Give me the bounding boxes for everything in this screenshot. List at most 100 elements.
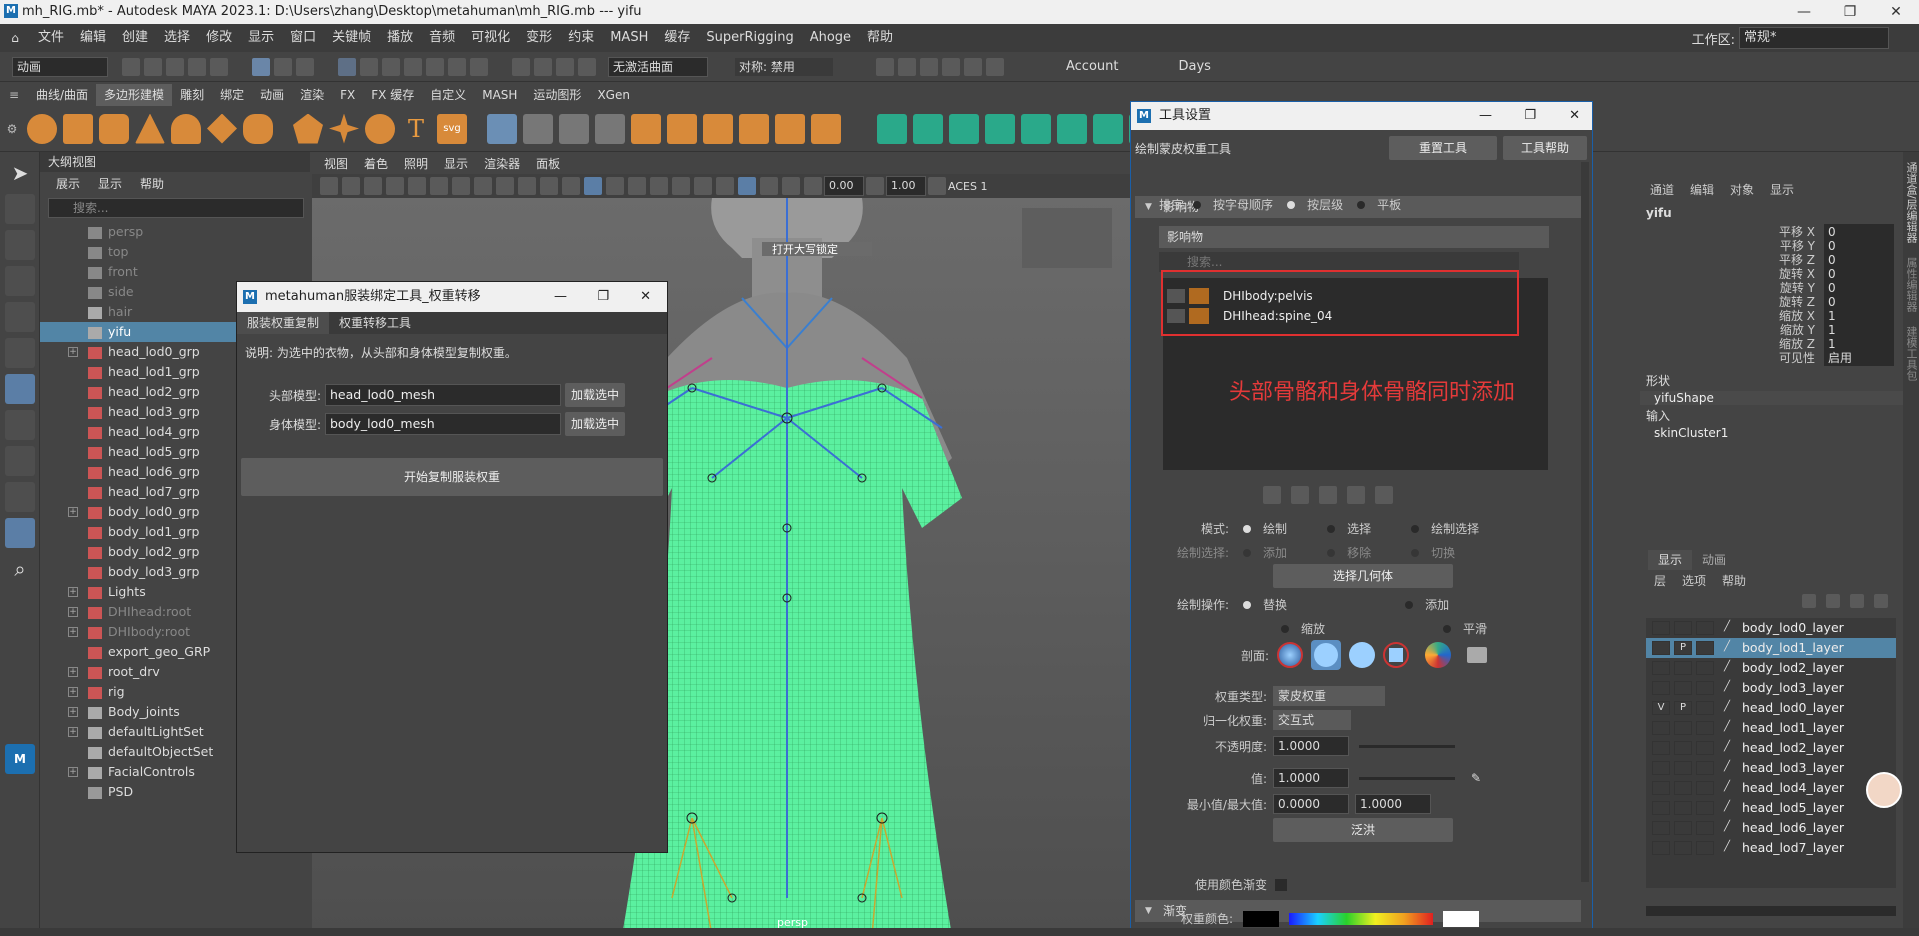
paint-op-add-radio[interactable] (1405, 600, 1414, 609)
magnet-icon[interactable] (578, 57, 596, 76)
outliner-menu-item[interactable]: 展示 (56, 175, 80, 192)
menu-item[interactable]: MASH (602, 24, 656, 52)
select-geometry-button[interactable]: 选择几何体 (1273, 564, 1453, 588)
menu-item[interactable]: 编辑 (72, 24, 114, 52)
camera-attributes-icon[interactable] (342, 177, 360, 195)
playback-toggle[interactable] (1674, 681, 1692, 695)
shelf-tab[interactable]: 渲染 (292, 84, 332, 106)
outliner-persp-layout-icon[interactable] (5, 518, 35, 548)
menu-item[interactable]: 音频 (421, 24, 463, 52)
new-layer-selected-icon[interactable] (1874, 594, 1888, 608)
minimize-button[interactable]: — (1781, 0, 1827, 24)
poly-cone-icon[interactable] (135, 113, 165, 144)
rotate-tool-icon[interactable] (5, 302, 35, 332)
undo-icon[interactable] (188, 57, 206, 76)
playback-toggle[interactable] (1674, 821, 1692, 835)
display-type-toggle[interactable] (1696, 801, 1714, 815)
color-swatch[interactable]: ╱ (1718, 681, 1736, 695)
film-gate-icon[interactable] (452, 177, 470, 195)
channel-box-menu-item[interactable]: 通道 (1650, 181, 1674, 198)
show-influences-icon[interactable] (1375, 486, 1393, 504)
shelf-tab[interactable]: FX (332, 84, 363, 106)
display-layer-row[interactable]: ╱ head_lod7_layer (1646, 838, 1896, 858)
normalize-dropdown[interactable]: 交互式 (1273, 710, 1351, 730)
shelf-tab[interactable]: 绑定 (212, 84, 252, 106)
avatar-icon[interactable] (1866, 772, 1902, 808)
image-plane-icon[interactable] (386, 177, 404, 195)
start-copy-weights-button[interactable]: 开始复制服装权重 (241, 458, 663, 496)
poly-torus-icon[interactable] (171, 113, 201, 144)
display-type-toggle[interactable] (1696, 701, 1714, 715)
new-scene-icon[interactable] (122, 57, 140, 76)
visibility-toggle[interactable] (1652, 841, 1670, 855)
search-icon[interactable]: ⌕ (5, 554, 35, 584)
influence-search-input[interactable]: 搜索... (1159, 252, 1519, 272)
menu-item[interactable]: 可视化 (463, 24, 518, 52)
tab-clothing-weight-copy[interactable]: 服装权重复制 (237, 312, 330, 334)
channel-box-menu-item[interactable]: 显示 (1770, 181, 1794, 198)
max-value-field[interactable]: 1.0000 (1355, 794, 1431, 814)
visibility-toggle[interactable] (1652, 621, 1670, 635)
menu-item[interactable]: 文件 (30, 24, 72, 52)
gate-mask-icon[interactable] (496, 177, 514, 195)
attribute-value[interactable]: 启用 (1824, 350, 1894, 366)
snap-surface-icon[interactable] (426, 57, 444, 76)
field-chart-icon[interactable] (518, 177, 536, 195)
bevel-icon[interactable] (811, 113, 841, 144)
load-body-button[interactable]: 加载选中 (565, 412, 625, 436)
side-tab-channelbox[interactable]: 通道盒/层编辑器 (1904, 162, 1918, 243)
poly-plane-icon[interactable] (207, 113, 237, 144)
move-tool-icon[interactable] (5, 266, 35, 296)
mh-close-button[interactable]: ✕ (640, 282, 651, 312)
visibility-toggle[interactable] (1652, 801, 1670, 815)
select-tool-icon[interactable]: ➤ (5, 158, 35, 188)
expand-toggle-icon[interactable]: + (68, 347, 78, 357)
grease-pencil-icon[interactable] (408, 177, 426, 195)
connect-icon[interactable] (559, 113, 589, 144)
exposure-field[interactable]: 0.00 (824, 176, 864, 196)
ipr-render-icon[interactable] (920, 57, 938, 76)
sweep-mesh-icon[interactable] (365, 113, 395, 144)
extract-icon[interactable] (739, 113, 769, 144)
weight-type-dropdown[interactable]: 蒙皮权重 (1273, 686, 1385, 706)
mirror-icon[interactable] (775, 113, 805, 144)
pause-icon[interactable] (986, 57, 1004, 76)
profile-image-icon[interactable] (1425, 642, 1452, 668)
profile-soft-icon[interactable] (1311, 640, 1342, 670)
head-model-field[interactable]: head_lod0_mesh (325, 384, 561, 406)
flood-button[interactable]: 泛洪 (1273, 818, 1453, 842)
profile-gaussian-icon[interactable] (1277, 642, 1304, 668)
expand-toggle-icon[interactable]: + (68, 727, 78, 737)
color-swatch[interactable]: ╱ (1718, 781, 1736, 795)
svg-icon[interactable]: svg (437, 113, 467, 144)
poly-disc-icon[interactable] (243, 113, 273, 144)
shelf-tab[interactable]: XGen (589, 84, 638, 106)
exposure-icon[interactable] (804, 177, 822, 195)
channel-box-menu-item[interactable]: 编辑 (1690, 181, 1714, 198)
input-name[interactable]: skinCluster1 (1640, 426, 1919, 440)
gamma-icon[interactable] (866, 177, 884, 195)
poly-sphere-icon[interactable] (27, 113, 57, 144)
select-hierarchy-icon[interactable] (252, 57, 270, 76)
fill-hole-icon[interactable] (985, 113, 1015, 144)
expand-toggle-icon[interactable]: + (68, 607, 78, 617)
tool-settings-scrollbar[interactable] (1581, 162, 1589, 882)
color-swatch[interactable]: ╱ (1718, 801, 1736, 815)
eyedropper-icon[interactable]: ✎ (1471, 771, 1481, 785)
render-view-icon[interactable] (876, 57, 894, 76)
color-swatch[interactable]: ╱ (1718, 841, 1736, 855)
antialias-icon[interactable] (694, 177, 712, 195)
move-weights-icon[interactable] (1347, 486, 1365, 504)
shelf-tab[interactable]: MASH (474, 84, 525, 106)
visibility-toggle[interactable] (1652, 781, 1670, 795)
hypershade-icon[interactable] (964, 57, 982, 76)
lights-icon[interactable] (628, 177, 646, 195)
platonic-solid-icon[interactable] (293, 113, 323, 144)
profile-solid-icon[interactable] (1349, 642, 1376, 668)
paint-op-replace-radio[interactable] (1243, 600, 1252, 609)
snap-curve-icon[interactable] (360, 57, 378, 76)
redo-icon[interactable] (210, 57, 228, 76)
construction-history-icon[interactable] (556, 57, 574, 76)
outliner-menu-item[interactable]: 显示 (98, 175, 122, 192)
menu-item[interactable]: 创建 (114, 24, 156, 52)
